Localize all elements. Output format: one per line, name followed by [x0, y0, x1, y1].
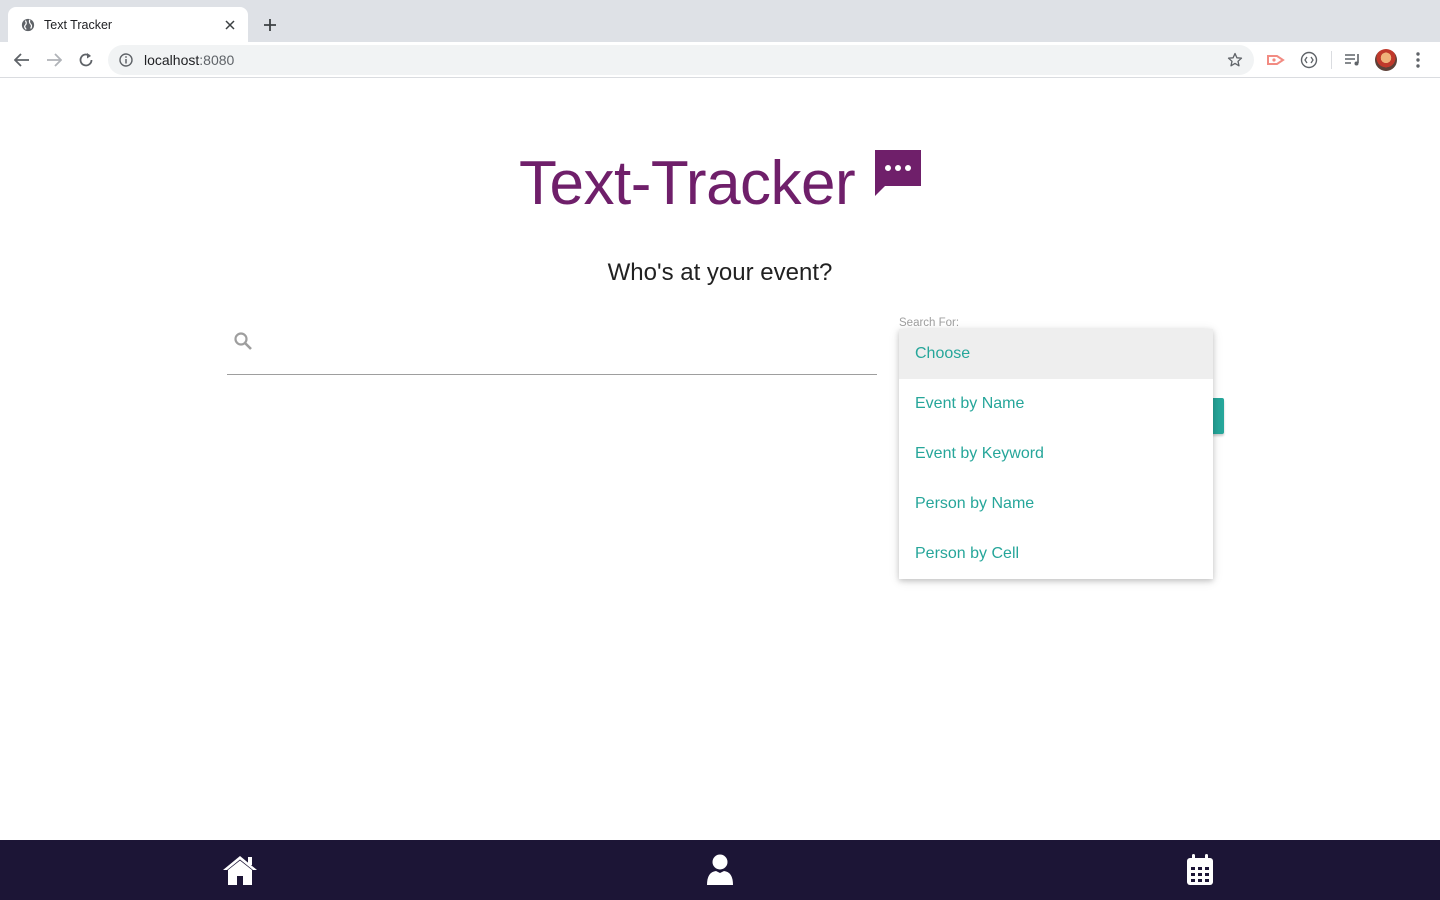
dropdown-option-choose[interactable]: Choose	[899, 329, 1213, 379]
extension-arrow-icon[interactable]	[1265, 49, 1287, 71]
app-title: Text-Tracker	[519, 149, 856, 218]
globe-icon	[20, 17, 36, 33]
tab-title: Text Tracker	[44, 17, 113, 32]
message-icon	[873, 148, 923, 203]
extension-code-icon[interactable]	[1298, 49, 1320, 71]
browser-toolbar: localhost:8080	[0, 42, 1440, 78]
browser-tabstrip: Text Tracker	[0, 0, 1440, 42]
media-queue-icon[interactable]	[1342, 49, 1364, 71]
profile-avatar[interactable]	[1375, 49, 1397, 71]
toolbar-separator	[1331, 51, 1332, 69]
back-button[interactable]	[10, 48, 34, 72]
address-bar[interactable]: localhost:8080	[108, 45, 1254, 75]
close-icon[interactable]	[222, 17, 238, 33]
calendar-icon[interactable]	[1180, 852, 1220, 888]
star-icon[interactable]	[1226, 51, 1244, 69]
info-icon[interactable]	[118, 52, 134, 68]
search-icon	[233, 331, 253, 356]
search-for-label: Search For:	[899, 317, 960, 329]
brand-header: Text-Tracker	[519, 148, 923, 218]
dropdown-option-event-by-name[interactable]: Event by Name	[899, 379, 1213, 429]
dropdown-option-person-by-name[interactable]: Person by Name	[899, 479, 1213, 529]
search-field	[227, 321, 877, 375]
search-for-dropdown[interactable]: Choose Event by Name Event by Keyword Pe…	[899, 329, 1213, 579]
browser-tab[interactable]: Text Tracker	[8, 7, 248, 42]
page-subtitle: Who's at your event?	[607, 259, 833, 286]
bottom-nav	[0, 840, 1440, 900]
more-options-icon[interactable]	[1407, 49, 1429, 71]
app-page: Text-Tracker Who's at your event? Search…	[0, 79, 1440, 840]
url-host: localhost	[144, 52, 200, 68]
dropdown-option-event-by-keyword[interactable]: Event by Keyword	[899, 429, 1213, 479]
reload-button[interactable]	[74, 48, 98, 72]
search-input[interactable]	[267, 329, 867, 365]
new-tab-button[interactable]	[258, 13, 282, 37]
forward-button[interactable]	[42, 48, 66, 72]
url-port: :8080	[199, 52, 235, 68]
home-icon[interactable]	[220, 852, 260, 888]
dropdown-option-person-by-cell[interactable]: Person by Cell	[899, 529, 1213, 579]
person-icon[interactable]	[700, 852, 740, 888]
url-text: localhost:8080	[144, 52, 234, 68]
